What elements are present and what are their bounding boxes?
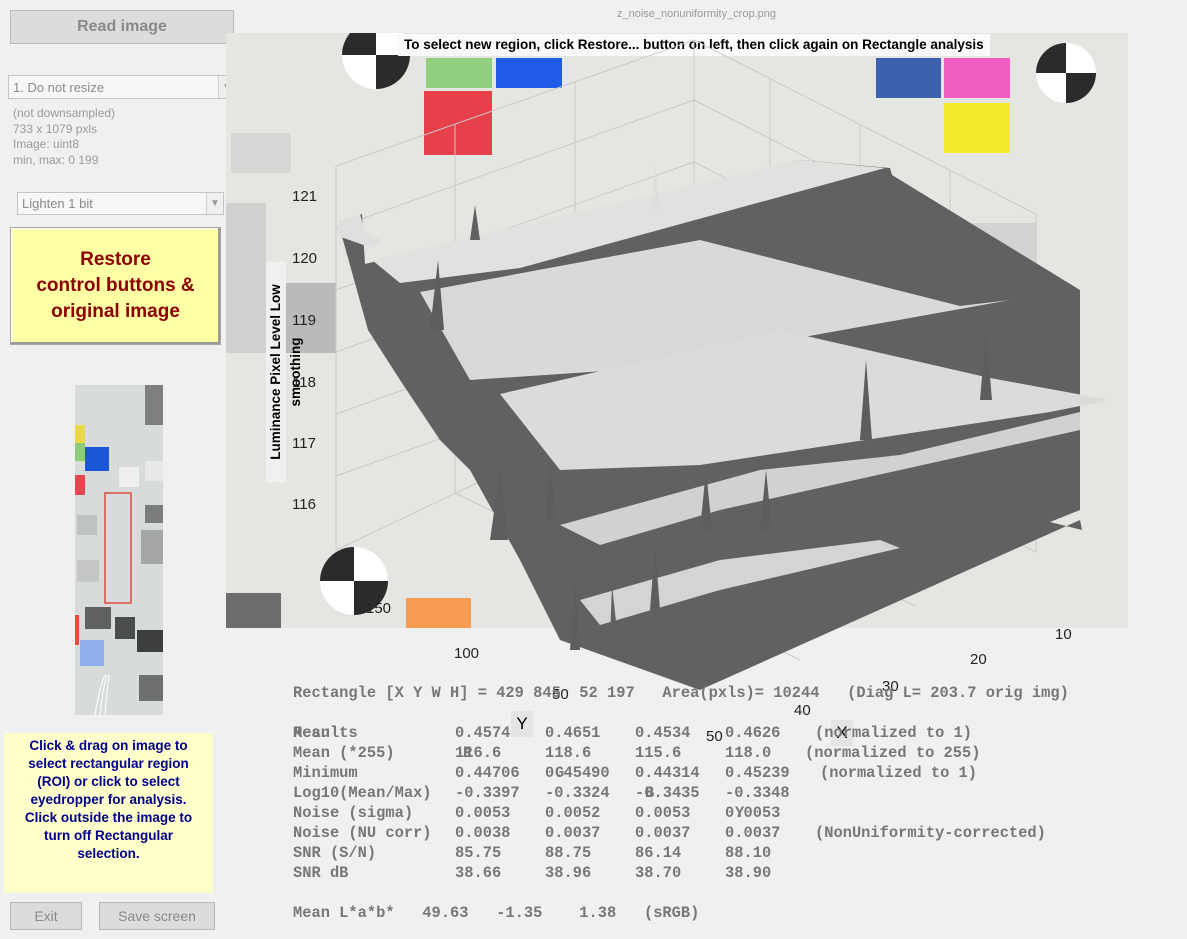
read-image-button[interactable]: Read image — [10, 10, 234, 44]
x-tick-label: 20 — [970, 651, 987, 668]
results-row-note: (normalized to 1) — [815, 724, 973, 742]
results-row-label: Log10(Mean/Max) — [293, 784, 432, 802]
results-row-value: 0.0037 — [725, 824, 781, 842]
image-info-line: (not downsampled) — [13, 106, 116, 120]
z-axis-label: Luminance Pixel Level Low smoothing — [266, 262, 303, 482]
results-row-value: 38.90 — [725, 864, 772, 882]
y-tick-label: 100 — [454, 645, 480, 662]
results-row-label: SNR (S/N) — [293, 844, 377, 862]
y-tick-label: 150 — [366, 600, 392, 617]
rectangle-line: Rectangle [X Y W H] = 429 845 52 197 Are… — [293, 684, 1069, 702]
thumbnail-graphic — [75, 385, 163, 715]
results-row-value: -0.3324 — [545, 784, 610, 802]
registration-mark — [1036, 43, 1096, 103]
results-row-note: (normalized to 1) — [820, 764, 978, 782]
z-tick-label: 120 — [292, 250, 318, 267]
results-row-label: Noise (sigma) — [293, 804, 414, 822]
results-row-label: Mean (*255) — [293, 744, 395, 762]
results-row-label: Noise (NU corr) — [293, 824, 432, 842]
chevron-down-icon[interactable]: ▼ — [206, 193, 223, 214]
restore-button[interactable]: Restore control buttons & original image — [10, 227, 221, 345]
x-tick-label: 50 — [706, 728, 723, 745]
z-tick-label: 117 — [292, 435, 316, 452]
instruction-banner: To select new region, click Restore... b… — [398, 34, 990, 56]
results-row-value: 115.6 — [635, 744, 682, 762]
results-row-value: 0.0053 — [635, 804, 691, 822]
results-row-value: 0.4574 — [455, 724, 511, 742]
results-row-value: 0.0037 — [635, 824, 691, 842]
results-row-value: 0.4626 — [725, 724, 781, 742]
results-row-value: 0.0053 — [725, 804, 781, 822]
image-info-line: Image: uint8 — [13, 137, 80, 151]
file-title: z_noise_nonuniformity_crop.png — [617, 8, 776, 20]
image-info-line: min, max: 0 199 — [13, 152, 99, 167]
image-info-line: 733 x 1079 pxls — [13, 121, 98, 136]
results-row-value: 0.0053 — [455, 804, 511, 822]
results-row-value: 0.44706 — [455, 764, 520, 782]
results-row-value: 38.96 — [545, 864, 592, 882]
results-row-value: -0.3348 — [725, 784, 790, 802]
restore-button-label: Restore control buttons & original image — [36, 249, 195, 322]
background-photo-graphic — [226, 33, 1128, 628]
results-row-value: 0.44314 — [635, 764, 700, 782]
image-thumbnail[interactable] — [75, 385, 163, 715]
results-row-label: Mean — [293, 724, 330, 742]
results-row-value: 38.70 — [635, 864, 682, 882]
results-row-value: 0.45239 — [725, 764, 790, 782]
x-tick-label: 10 — [1055, 626, 1072, 643]
image-info: (not downsampled) 733 x 1079 pxls Image:… — [13, 106, 115, 168]
results-header: Results R G B Y — [293, 703, 744, 822]
help-text: Click & drag on image to select rectangu… — [4, 733, 213, 893]
results-row-value: 0.0038 — [455, 824, 511, 842]
results-row-value: 0.4651 — [545, 724, 601, 742]
z-tick-label: 119 — [292, 312, 316, 329]
results-row-value: -0.3397 — [455, 784, 520, 802]
results-row-value: 0.45490 — [545, 764, 610, 782]
lighten-select[interactable]: Lighten 1 bit ▼ — [17, 192, 224, 215]
resize-select-value: 1. Do not resize — [13, 79, 105, 95]
results-row-label: SNR dB — [293, 864, 349, 882]
lab-line: Mean L*a*b* 49.63 -1.35 1.38 (sRGB) — [293, 904, 700, 922]
results-row-value: 118.6 — [545, 744, 592, 762]
results-row-value: 88.10 — [725, 844, 772, 862]
background-image[interactable] — [226, 33, 1128, 628]
lighten-select-value: Lighten 1 bit — [22, 196, 93, 211]
results-row-label: Minimum — [293, 764, 358, 782]
results-row-value: 116.6 — [455, 744, 502, 762]
resize-select[interactable]: 1. Do not resize ▼ — [8, 75, 236, 99]
results-row-value: 86.14 — [635, 844, 682, 862]
results-row-value: 0.0037 — [545, 824, 601, 842]
results-row-value: -0.3435 — [635, 784, 700, 802]
results-row-value: 38.66 — [455, 864, 502, 882]
y-axis-letter: Y — [511, 711, 533, 737]
results-row-value: 118.0 — [725, 744, 772, 762]
save-screen-button[interactable]: Save screen — [99, 902, 215, 930]
results-row-value: 0.0052 — [545, 804, 601, 822]
results-row-note: (NonUniformity-corrected) — [815, 824, 1046, 842]
exit-button[interactable]: Exit — [10, 902, 82, 930]
results-row-note: (normalized to 255) — [805, 744, 981, 762]
results-row-value: 85.75 — [455, 844, 502, 862]
results-row-value: 88.75 — [545, 844, 592, 862]
z-tick-label: 121 — [292, 188, 318, 205]
x-tick-label: 40 — [794, 702, 811, 719]
results-row-value: 0.4534 — [635, 724, 691, 742]
z-tick-label: 116 — [292, 496, 316, 513]
z-tick-label: 118 — [292, 374, 316, 391]
